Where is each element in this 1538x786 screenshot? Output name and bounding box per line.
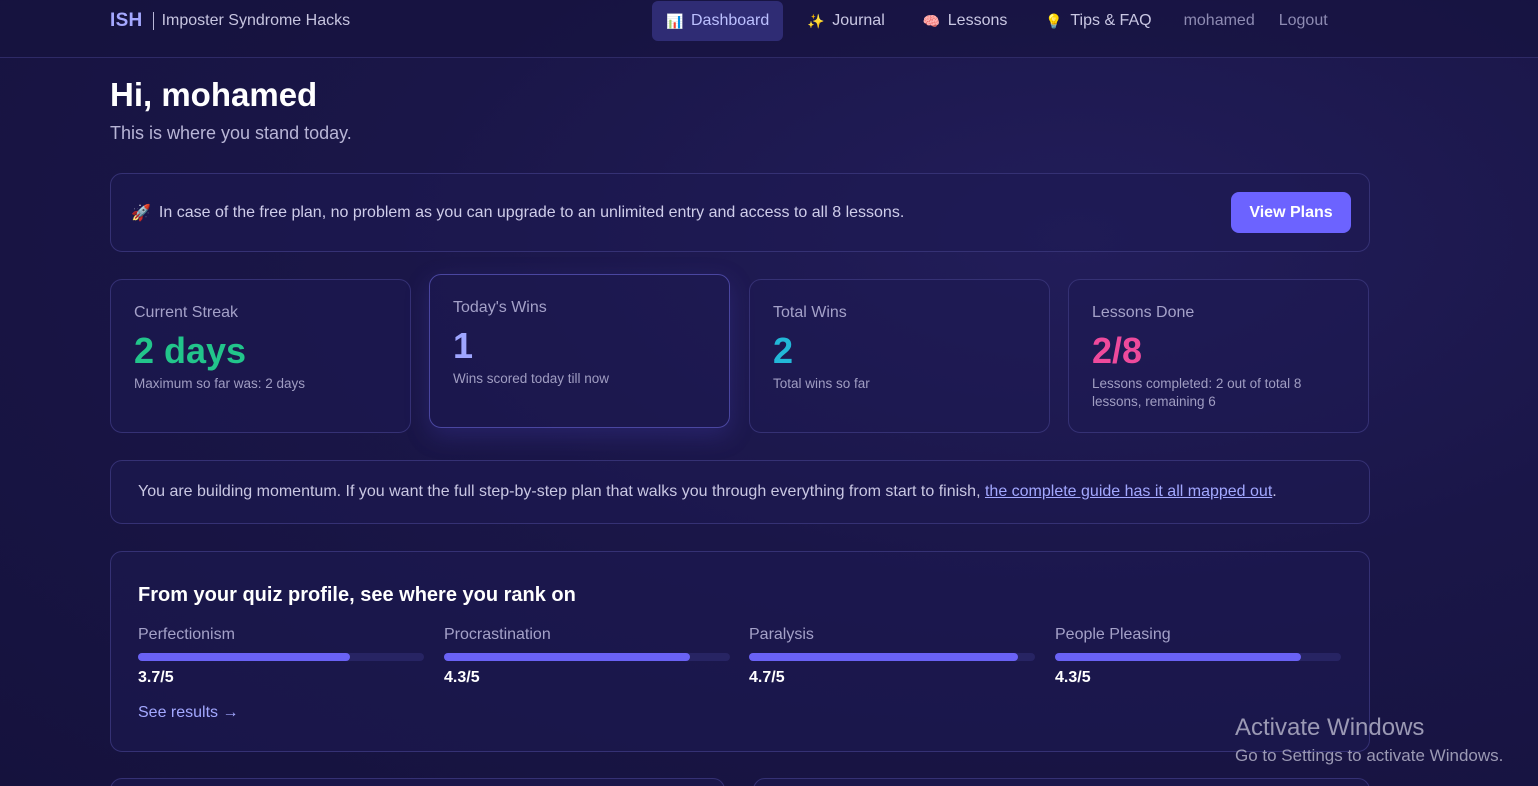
nav-links: 📊 Dashboard ✨ Journal 🧠 Lessons 💡 Tips &… [652, 1, 1352, 41]
brand-name: Imposter Syndrome Hacks [161, 12, 351, 29]
next-card-left [110, 778, 725, 786]
nav-tips[interactable]: 💡 Tips & FAQ [1031, 1, 1165, 41]
quiz-title: From your quiz profile, see where you ra… [138, 584, 576, 606]
stat-current-streak: Current Streak 2 days Maximum so far was… [110, 279, 411, 433]
sparkles-icon: ✨ [807, 12, 825, 29]
stat-note: Total wins so far [773, 376, 870, 391]
chart-icon: 📊 [666, 12, 684, 29]
trait-people-pleasing: People Pleasing 4.3/5 [1055, 626, 1345, 687]
lightbulb-icon: 💡 [1045, 12, 1063, 29]
next-card-right [753, 778, 1370, 786]
nav-journal[interactable]: ✨ Journal [793, 1, 898, 41]
stat-note: Maximum so far was: 2 days [134, 376, 306, 391]
stat-note: Wins scored today till now [453, 371, 610, 386]
watermark-subtitle: Go to Settings to activate Windows. [1235, 746, 1504, 765]
see-results-link[interactable]: See results → [138, 704, 238, 722]
trait-paralysis: Paralysis 4.7/5 [749, 626, 1039, 687]
upgrade-banner: 🚀 In case of the free plan, no problem a… [110, 173, 1370, 252]
stat-label: Current Streak [134, 304, 239, 321]
trait-progress-track [1055, 653, 1341, 661]
trait-progress-track [444, 653, 730, 661]
stat-value: 2 [773, 330, 794, 371]
brand-short: ISH [110, 10, 143, 31]
windows-activation-watermark: Activate Windows Go to Settings to activ… [1235, 714, 1503, 766]
momentum-text: You are building momentum. If you want t… [138, 483, 985, 500]
trait-score: 4.3/5 [444, 669, 480, 686]
trait-progress-track [749, 653, 1035, 661]
stat-label: Today's Wins [453, 299, 547, 316]
stat-note: Lessons completed: 2 out of total 8 less… [1092, 376, 1302, 409]
momentum-text-row: You are building momentum. If you want t… [138, 483, 1277, 501]
view-plans-button[interactable]: View Plans [1231, 192, 1351, 233]
nav-lessons[interactable]: 🧠 Lessons [909, 1, 1022, 41]
trait-perfectionism: Perfectionism 3.7/5 [138, 626, 428, 687]
stat-todays-wins: Today's Wins 1 Wins scored today till no… [429, 274, 730, 428]
quiz-profile-card: From your quiz profile, see where you ra… [110, 551, 1370, 752]
trait-progress-fill [138, 653, 350, 661]
logout-link[interactable]: Logout [1279, 12, 1328, 30]
nav-dashboard[interactable]: 📊 Dashboard [652, 1, 784, 41]
stat-lessons-done: Lessons Done 2/8 Lessons completed: 2 ou… [1068, 279, 1369, 433]
trait-progress-fill [444, 653, 690, 661]
momentum-end: . [1272, 483, 1277, 500]
trait-name: Procrastination [444, 626, 551, 643]
page-title: Hi, mohamed [110, 76, 318, 113]
stat-value: 2 days [134, 330, 247, 371]
trait-name: Perfectionism [138, 626, 235, 643]
nav-tips-label: Tips & FAQ [1070, 12, 1152, 29]
stat-label: Lessons Done [1092, 304, 1195, 321]
trait-progress-fill [1055, 653, 1301, 661]
trait-score: 4.3/5 [1055, 669, 1091, 686]
nav-dashboard-label: Dashboard [691, 12, 770, 29]
stat-total-wins: Total Wins 2 Total wins so far [749, 279, 1050, 433]
trait-score: 4.7/5 [749, 669, 785, 686]
brain-icon: 🧠 [922, 12, 941, 29]
stat-value: 1 [453, 325, 474, 366]
top-nav: ISH Imposter Syndrome Hacks 📊 Dashboard … [0, 0, 1538, 58]
stat-value: 2/8 [1092, 330, 1143, 371]
watermark-title: Activate Windows [1235, 714, 1425, 741]
brand-divider [152, 12, 154, 30]
trait-name: People Pleasing [1055, 626, 1171, 643]
complete-guide-link[interactable]: the complete guide has it all mapped out [985, 483, 1272, 500]
nav-user[interactable]: mohamed [1184, 12, 1255, 30]
trait-progress-fill [749, 653, 1018, 661]
page-subtitle: This is where you stand today. [110, 123, 352, 143]
nav-lessons-label: Lessons [947, 12, 1008, 29]
trait-name: Paralysis [749, 626, 814, 643]
stat-label: Total Wins [773, 304, 847, 321]
trait-progress-track [138, 653, 424, 661]
momentum-card: You are building momentum. If you want t… [110, 460, 1370, 524]
nav-journal-label: Journal [832, 12, 885, 29]
banner-text-row: 🚀 In case of the free plan, no problem a… [131, 203, 904, 223]
trait-procrastination: Procrastination 4.3/5 [444, 626, 734, 687]
banner-text: In case of the free plan, no problem as … [158, 204, 905, 221]
brand[interactable]: ISH Imposter Syndrome Hacks [110, 10, 350, 32]
rocket-icon: 🚀 [131, 205, 151, 222]
trait-score: 3.7/5 [138, 669, 174, 686]
